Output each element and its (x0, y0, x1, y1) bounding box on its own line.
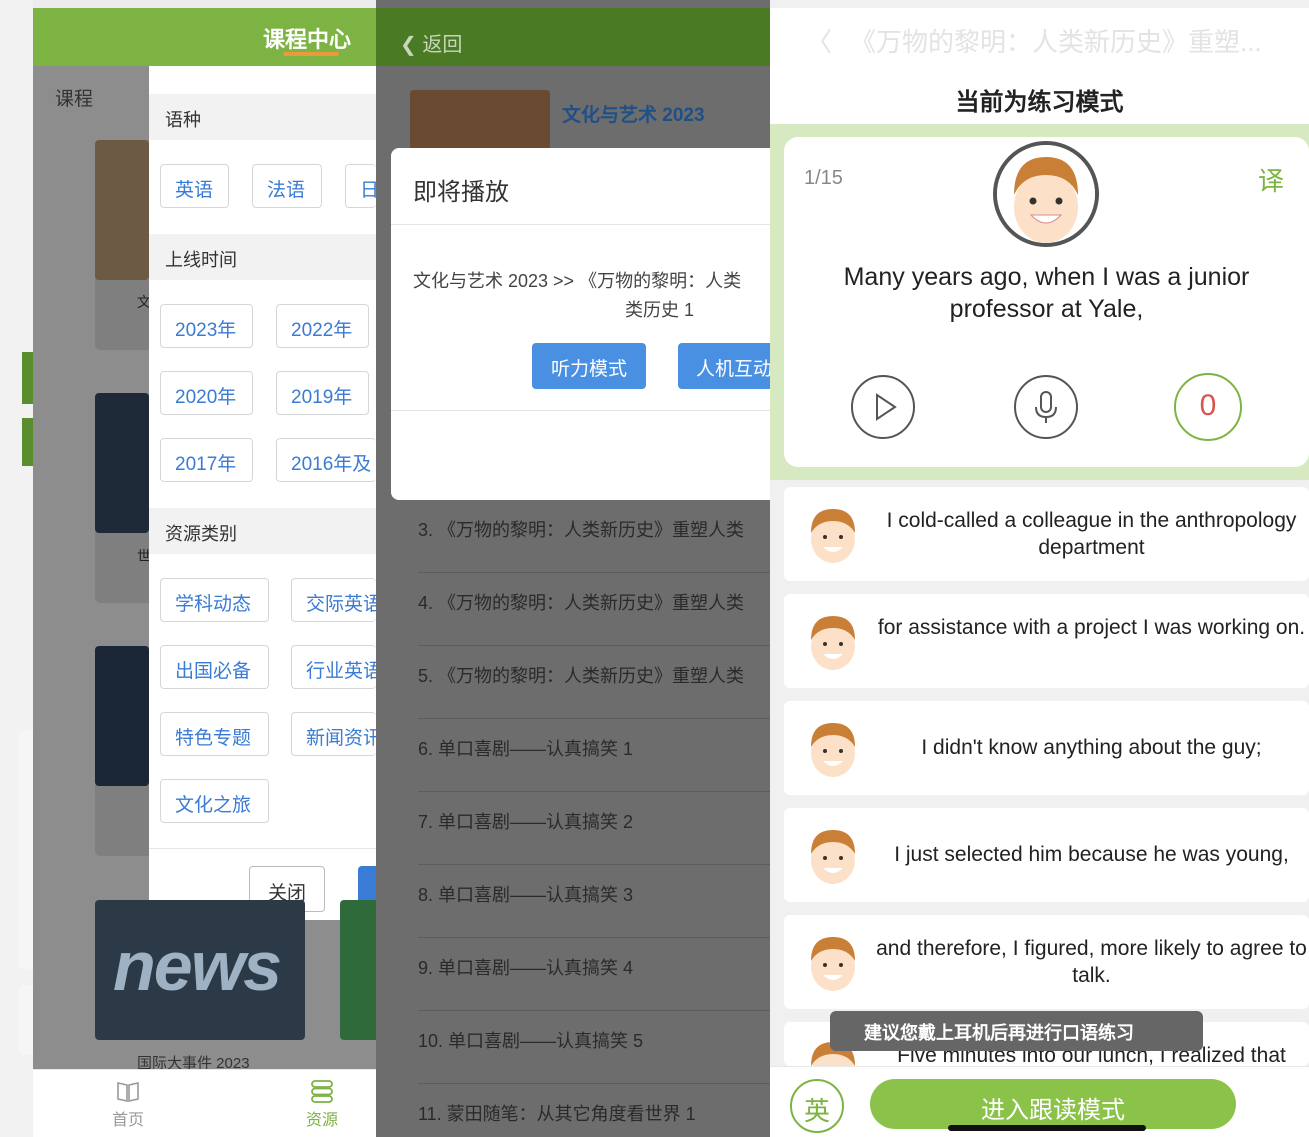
course-title: 文化与艺术 2023 (562, 105, 705, 126)
bottom-bar: 英 进入跟读模式 (770, 1066, 1309, 1137)
sentence-item[interactable]: and therefore, I figured, more likely to… (784, 915, 1309, 1009)
news-thumbnail[interactable]: news (95, 900, 305, 1040)
avatar-face-icon (811, 830, 855, 884)
speaker-avatar (993, 141, 1099, 247)
page-title: 《万物的黎明：人类新历史》重塑... (850, 27, 1262, 57)
back-button[interactable]: ❮ 返回 (400, 28, 462, 57)
avatar-face-icon (811, 937, 855, 991)
course-thumbnail (95, 393, 149, 533)
lesson-item[interactable]: 5. 《万物的黎明：人类新历史》重塑人类 (418, 646, 770, 719)
play-icon (876, 393, 897, 421)
news-word: news (113, 927, 282, 1005)
listen-mode-button[interactable]: 听力模式 (532, 343, 646, 389)
sentence-item-text: for assistance with a project I was work… (877, 616, 1306, 639)
sentence-item[interactable]: for assistance with a project I was work… (784, 594, 1309, 688)
follow-read-button[interactable]: 进入跟读模式 (870, 1079, 1236, 1129)
avatar-face-icon (811, 509, 855, 563)
chip-english[interactable]: 英语 (160, 164, 229, 208)
chip-year-2017[interactable]: 2017年 (160, 438, 253, 482)
tab-resources[interactable]: 资源 (287, 1070, 357, 1130)
section-resource-type: 资源类别 (149, 508, 376, 554)
back-button[interactable]: 〈 (806, 22, 832, 59)
chip-year-2022[interactable]: 2022年 (276, 304, 369, 348)
chip-year-2016-earlier[interactable]: 2016年及 (276, 438, 376, 482)
section-online-time: 上线时间 (149, 234, 376, 280)
peek-card (18, 985, 33, 1055)
divider (391, 410, 770, 411)
header-bar: ❮ 返回 (376, 8, 770, 66)
chevron-left-icon: ❮ (400, 34, 423, 56)
avatar-face-icon (997, 145, 1095, 243)
language-toggle-button[interactable]: 英 (790, 1079, 844, 1133)
course-list-panel: ❮ 返回 文化与艺术 2023 3. 《万物的黎明：人类新历史》重塑人类 4. … (376, 0, 770, 1137)
tab-home-label: 首页 (111, 1112, 144, 1129)
chip-french[interactable]: 法语 (252, 164, 322, 208)
header-bar: 〈 《万物的黎明：人类新历史》重塑... (770, 8, 1309, 66)
sentence-item-text: I cold-called a colleague in the anthrop… (886, 509, 1297, 559)
dialog-title: 即将播放 (413, 179, 509, 206)
play-dialog: 即将播放 文化与艺术 2023 >> 《万物的黎明：人类 类历史 1 听力模式 … (391, 148, 770, 500)
lesson-item[interactable]: 9. 单口喜剧——认真搞笑 4 (418, 938, 770, 1011)
course-thumbnail[interactable] (340, 900, 376, 1040)
sentence-text: Many years ago, when I was a junior prof… (843, 263, 1250, 323)
avatar-face-icon (811, 723, 855, 777)
avatar-face-icon (811, 616, 855, 670)
lesson-item[interactable]: 6. 单口喜剧——认真搞笑 1 (418, 719, 770, 792)
score-badge: 0 (1174, 373, 1242, 441)
dialog-text-continued: 类历史 1 (625, 300, 695, 320)
sentence-item[interactable]: I didn't know anything about the guy; (784, 701, 1309, 795)
header-bar: 课程中心 (33, 8, 376, 66)
chip-category[interactable]: 新闻资讯 (291, 712, 376, 756)
practice-panel: 〈 《万物的黎明：人类新历史》重塑... 当前为练习模式 1/15 译 Many… (770, 0, 1309, 1137)
course-thumbnail (95, 646, 149, 786)
play-button[interactable] (851, 375, 915, 439)
headphone-tip-toast: 建议您戴上耳机后再进行口语练习 (830, 1011, 1203, 1051)
bottom-tab-bar: 首页 资源 (33, 1069, 376, 1137)
sentence-item-text: I just selected him because he was young… (894, 843, 1289, 866)
divider (391, 224, 770, 225)
chip-category[interactable]: 学科动态 (160, 578, 269, 622)
dialog-text: 文化与艺术 2023 >> 《万物的黎明：人类 (413, 271, 742, 291)
chip-category[interactable]: 出国必备 (160, 645, 269, 689)
course-center-panel: 课程中心 课程 文 世 语种 英语 法语 日 上线时间 2023年 2022年 … (0, 0, 376, 1137)
book-icon (117, 1082, 139, 1102)
lesson-item[interactable]: 4. 《万物的黎明：人类新历史》重塑人类 (418, 573, 770, 646)
mode-label: 当前为练习模式 (770, 66, 1309, 124)
current-sentence-card: 1/15 译 Many years ago, when I was a juni… (784, 137, 1309, 467)
chip-category[interactable]: 文化之旅 (160, 779, 269, 823)
active-tab-underline (283, 52, 339, 56)
divider (149, 848, 376, 849)
lesson-item[interactable]: 8. 单口喜剧——认真搞笑 3 (418, 865, 770, 938)
tab-home[interactable]: 首页 (93, 1070, 163, 1130)
chip-category[interactable]: 特色专题 (160, 712, 269, 756)
lesson-item[interactable]: 11. 蒙田随笔：从其它角度看世界 1 (418, 1084, 770, 1137)
stack-icon (311, 1080, 333, 1103)
lesson-item[interactable]: 7. 单口喜剧——认真搞笑 2 (418, 792, 770, 865)
peek-card (18, 730, 33, 970)
chip-japanese[interactable]: 日 (345, 164, 376, 208)
sentence-item[interactable]: I cold-called a colleague in the anthrop… (784, 487, 1309, 581)
back-label: 返回 (422, 34, 463, 56)
interactive-mode-button[interactable]: 人机互动 (678, 343, 770, 389)
chip-category[interactable]: 行业英语 (291, 645, 376, 689)
sentence-item-text: I didn't know anything about the guy; (921, 736, 1262, 759)
course-thumbnail (95, 140, 149, 280)
sentence-item[interactable]: I just selected him because he was young… (784, 808, 1309, 902)
chip-category[interactable]: 交际英语 (291, 578, 376, 622)
header-title: 课程中心 (263, 27, 352, 52)
home-indicator (948, 1125, 1146, 1131)
section-language: 语种 (149, 94, 376, 140)
course-label: 课程 (55, 89, 94, 110)
chip-year-2020[interactable]: 2020年 (160, 371, 253, 415)
record-button[interactable] (1014, 375, 1078, 439)
lesson-item[interactable]: 3. 《万物的黎明：人类新历史》重塑人类 (418, 500, 770, 573)
translate-button[interactable]: 译 (1258, 161, 1284, 198)
sentence-counter: 1/15 (804, 167, 843, 189)
tab-resources-label: 资源 (305, 1112, 338, 1129)
chip-year-2023[interactable]: 2023年 (160, 304, 253, 348)
chip-year-2019[interactable]: 2019年 (276, 371, 369, 415)
microphone-icon (1035, 391, 1057, 423)
lesson-item[interactable]: 10. 单口喜剧——认真搞笑 5 (418, 1011, 770, 1084)
sentence-item-text: and therefore, I figured, more likely to… (876, 937, 1307, 987)
